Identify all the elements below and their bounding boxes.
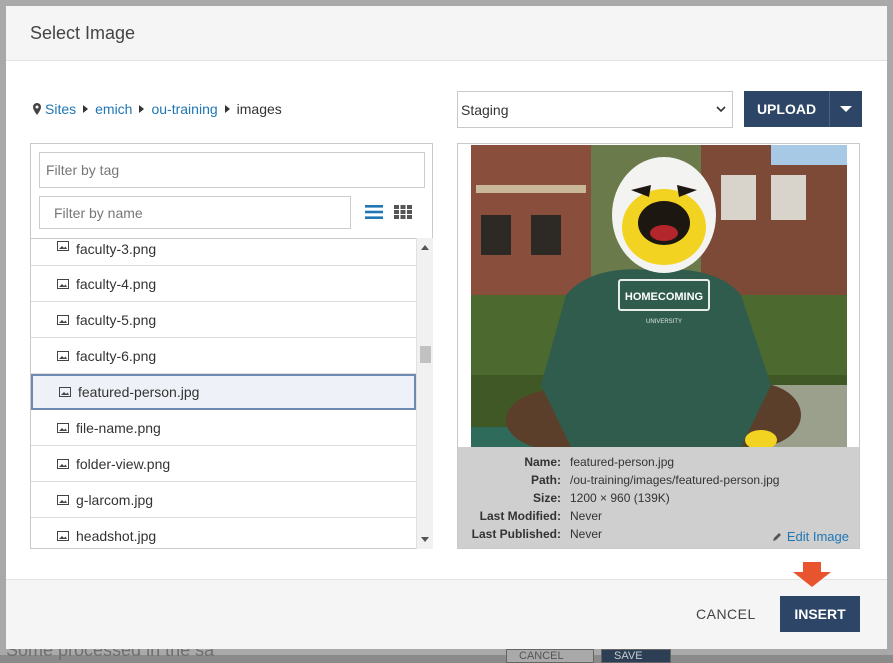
image-file-icon: [59, 387, 71, 397]
breadcrumb-current: images: [236, 101, 282, 117]
file-browser-panel: Filter by tag Filter by name faculty-3.p…: [30, 143, 433, 549]
edit-image-link[interactable]: Edit Image: [772, 529, 849, 544]
image-metadata: Name: featured-person.jpg Path: /ou-trai…: [458, 447, 859, 548]
cancel-button[interactable]: CANCEL: [696, 606, 756, 622]
file-name: folder-view.png: [76, 455, 171, 472]
list-item[interactable]: headshot.jpg: [31, 518, 416, 549]
list-item[interactable]: faculty-4.png: [31, 266, 416, 302]
list-item[interactable]: faculty-5.png: [31, 302, 416, 338]
edit-image-label: Edit Image: [786, 529, 849, 544]
list-item[interactable]: file-name.png: [31, 410, 416, 446]
scroll-down-icon[interactable]: [421, 537, 429, 542]
shirt-subtext: UNIVERSITY: [646, 319, 682, 325]
file-list-scrollbar[interactable]: [416, 238, 433, 549]
dialog-header: Select Image: [6, 6, 887, 61]
file-name: faculty-3.png: [76, 241, 157, 257]
image-file-icon: [57, 494, 69, 505]
breadcrumb-emich[interactable]: emich: [95, 101, 132, 117]
list-item[interactable]: faculty-3.png: [31, 239, 416, 266]
list-item-selected[interactable]: featured-person.jpg: [31, 374, 416, 410]
image-file-icon: [57, 422, 69, 433]
pencil-icon: [772, 532, 781, 541]
upload-button[interactable]: UPLOAD: [744, 91, 862, 127]
background-save-button: SAVE: [601, 649, 671, 663]
meta-row-size: Size: 1200 × 960 (139K): [532, 491, 670, 505]
image-file-icon: [57, 350, 69, 361]
list-item[interactable]: g-larcom.jpg: [31, 482, 416, 518]
insert-button[interactable]: INSERT: [780, 596, 860, 632]
background-cancel-button: CANCEL: [506, 649, 594, 663]
file-name: file-name.png: [76, 419, 161, 436]
breadcrumb: Sites emich ou-training images: [32, 101, 282, 117]
breadcrumb-sites[interactable]: Sites: [45, 101, 76, 117]
file-name: faculty-5.png: [76, 311, 157, 328]
file-list: faculty-3.png faculty-4.png faculty-5.pn…: [31, 238, 416, 549]
grid-view-icon[interactable]: [393, 204, 413, 220]
environment-select[interactable]: Staging: [457, 91, 733, 128]
meta-row-path: Path: /ou-training/images/featured-perso…: [531, 473, 780, 487]
scroll-up-icon[interactable]: [421, 245, 429, 250]
dialog-footer: CANCEL INSERT: [6, 579, 887, 649]
arrow-down-icon: [793, 562, 831, 587]
image-preview-panel: HOMECOMING UNIVERSITY Name: featured-per…: [457, 143, 860, 549]
preview-image: HOMECOMING UNIVERSITY: [471, 145, 847, 447]
scroll-thumb[interactable]: [420, 346, 431, 363]
filter-by-tag-input[interactable]: Filter by tag: [39, 152, 425, 188]
file-name: headshot.jpg: [76, 527, 157, 544]
image-file-icon: [57, 314, 69, 325]
chevron-down-icon: [716, 106, 726, 113]
meta-row-last-modified: Last Modified: Never: [479, 509, 603, 523]
breadcrumb-separator-icon: [224, 105, 230, 113]
meta-row-name: Name: featured-person.jpg: [524, 455, 675, 469]
list-item[interactable]: folder-view.png: [31, 446, 416, 482]
image-file-icon: [57, 241, 69, 251]
file-name: featured-person.jpg: [78, 384, 200, 400]
environment-selected-value: Staging: [461, 102, 509, 118]
filter-by-name-input[interactable]: Filter by name: [39, 196, 351, 229]
shirt-text: HOMECOMING: [625, 291, 703, 303]
list-view-icon[interactable]: [364, 204, 384, 220]
image-file-icon: [57, 278, 69, 289]
file-name: faculty-6.png: [76, 347, 157, 364]
select-image-dialog: Select Image Sites emich ou-training ima…: [6, 6, 887, 649]
map-pin-icon: [33, 103, 41, 115]
file-name: g-larcom.jpg: [76, 491, 154, 508]
dialog-title: Select Image: [30, 23, 136, 43]
breadcrumb-separator-icon: [139, 105, 145, 113]
list-item[interactable]: faculty-6.png: [31, 338, 416, 374]
breadcrumb-ou-training[interactable]: ou-training: [151, 101, 217, 117]
upload-label: UPLOAD: [756, 101, 817, 117]
file-name: faculty-4.png: [76, 275, 157, 292]
image-file-icon: [57, 458, 69, 469]
caret-down-icon: [840, 106, 852, 112]
upload-dropdown-toggle[interactable]: [830, 106, 862, 112]
image-file-icon: [57, 530, 69, 541]
breadcrumb-separator-icon: [83, 105, 89, 113]
